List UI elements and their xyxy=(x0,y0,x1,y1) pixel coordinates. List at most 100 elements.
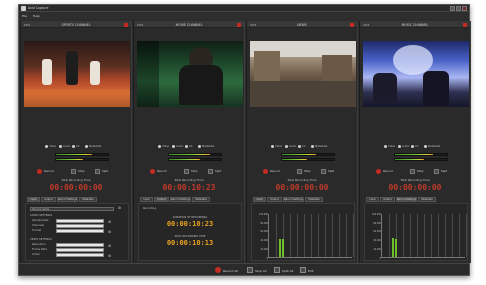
record-button[interactable]: Record xyxy=(37,168,67,174)
indicator-dot[interactable] xyxy=(59,145,62,148)
tab-content: 100,000 80,000 60,000 40,000 20,000 0 xyxy=(364,203,468,261)
record-button[interactable]: Record xyxy=(150,168,180,174)
gear-icon[interactable]: ⚙ xyxy=(118,206,121,210)
indicator-dot[interactable] xyxy=(198,145,201,148)
tab-metadata[interactable]: Metadata xyxy=(79,197,97,202)
tab-record-settings[interactable]: Record Settings xyxy=(170,197,191,202)
clip-duration-label: DURATION OF RECORDING xyxy=(172,216,208,219)
indicator-dot[interactable] xyxy=(271,145,274,148)
video-detail xyxy=(90,61,100,85)
tab-metadata[interactable]: Metadata xyxy=(305,197,323,202)
close-channel-icon[interactable] xyxy=(350,22,354,27)
split-button[interactable]: Split xyxy=(321,168,351,174)
indicator-dot[interactable] xyxy=(172,145,175,148)
tab-record-settings[interactable]: Record Settings xyxy=(283,197,304,202)
tab-record-settings[interactable]: Record Settings xyxy=(57,197,78,202)
stop-label: Stop xyxy=(304,169,311,174)
menu-file[interactable]: File xyxy=(22,14,27,18)
indicator-dot[interactable] xyxy=(311,145,314,148)
record-button[interactable]: Record xyxy=(263,168,293,174)
video-detail xyxy=(254,51,280,85)
indicator-label: CC xyxy=(76,144,80,148)
tab-content: 100,000 80,000 60,000 40,000 20,000 0 xyxy=(251,203,355,261)
tab-content: Recording DURATION OF RECORDING 00:00:10:2… xyxy=(138,203,242,261)
tab-record-settings[interactable]: Record Settings xyxy=(396,197,417,202)
total-recording-time: 00:00:00:00 xyxy=(275,183,329,192)
record-button[interactable]: Record xyxy=(376,168,406,174)
indicator-dot[interactable] xyxy=(411,145,414,148)
record-icon xyxy=(263,168,268,174)
channel-actions: Record Stop Split xyxy=(150,168,234,174)
tab-output[interactable]: Output xyxy=(380,197,395,202)
tab-input[interactable]: Input xyxy=(253,197,266,202)
indicator-label: Audio xyxy=(402,144,410,148)
tab-content: Source name ⚙ AUDIO SETTINGS Sample Rate Cha… xyxy=(25,203,129,261)
split-time-label: SPLIT RECORDING TIME xyxy=(174,235,206,238)
indicator-dot[interactable] xyxy=(384,145,387,148)
tab-output[interactable]: Output xyxy=(267,197,282,202)
channel-actions: Record Stop Split xyxy=(37,168,121,174)
record-icon xyxy=(37,168,42,174)
video-setting-label: Frame Rate xyxy=(32,248,47,251)
audio-setting-field[interactable] xyxy=(56,219,104,223)
gear-icon[interactable]: ⚙ xyxy=(108,244,111,248)
audio-settings-heading: AUDIO SETTINGS xyxy=(30,214,53,217)
indicator-dot[interactable] xyxy=(85,145,88,148)
tab-metadata[interactable]: Metadata xyxy=(192,197,210,202)
bitrate-chart: 100,000 80,000 60,000 40,000 20,000 0 xyxy=(259,213,354,260)
indicator-dot[interactable] xyxy=(45,145,48,148)
split-button[interactable]: Split xyxy=(95,168,125,174)
indicator-dot[interactable] xyxy=(398,145,401,148)
minimize-button[interactable] xyxy=(450,6,455,11)
chart-y-tick: 0 xyxy=(379,256,381,260)
clip-duration: 00:00:10:23 xyxy=(166,220,214,228)
video-setting-field[interactable] xyxy=(56,243,104,247)
indicator-dot[interactable] xyxy=(158,145,161,148)
tab-output[interactable]: Output xyxy=(154,197,169,202)
audio-setting-field[interactable] xyxy=(56,224,104,228)
indicator-label: Video xyxy=(162,144,170,148)
indicator-label: Video xyxy=(388,144,396,148)
indicator-dot[interactable] xyxy=(424,145,427,148)
stop-label: Stop xyxy=(417,169,424,174)
video-setting-field[interactable] xyxy=(56,248,104,252)
close-channel-icon[interactable] xyxy=(124,22,128,27)
tab-input[interactable]: Input xyxy=(27,197,40,202)
maximize-button[interactable] xyxy=(456,6,461,11)
indicator-dot[interactable] xyxy=(72,145,75,148)
stop-icon xyxy=(297,168,302,174)
split-button[interactable]: Split xyxy=(434,168,464,174)
movie-scene-thumbnail xyxy=(137,41,243,107)
close-channel-icon[interactable] xyxy=(463,22,467,27)
stop-all-label: Stop All xyxy=(255,268,267,273)
video-setting-field[interactable] xyxy=(56,253,104,257)
split-all-label: Split All xyxy=(282,268,294,273)
indicator-dot[interactable] xyxy=(185,145,188,148)
indicator-label: Video xyxy=(275,144,283,148)
channel-name: MOVIE CHANNEL xyxy=(175,23,203,27)
audio-level-fill xyxy=(282,159,307,160)
chart-y-tick: 60,000 xyxy=(373,230,381,234)
record-label: Record xyxy=(157,169,167,174)
indicator-dot[interactable] xyxy=(298,145,301,148)
channel-panel: CH4 MUSIC CHANNEL Video Audio CC Metadata Reco… xyxy=(359,21,471,263)
menu-help[interactable]: Help xyxy=(33,14,40,18)
audio-setting-field[interactable] xyxy=(56,229,104,233)
gear-icon[interactable]: ⚙ xyxy=(108,230,111,234)
indicator-dot[interactable] xyxy=(285,145,288,148)
record-icon xyxy=(376,168,381,174)
close-window-button[interactable] xyxy=(462,6,467,11)
signal-indicators: Video Audio CC Metadata xyxy=(158,145,228,150)
tab-input[interactable]: Input xyxy=(366,197,379,202)
split-button[interactable]: Split xyxy=(208,168,238,174)
tab-output[interactable]: Output xyxy=(41,197,56,202)
chart-bar xyxy=(392,237,394,257)
recording-status: Recording xyxy=(143,207,156,210)
gear-icon[interactable]: ⚙ xyxy=(108,220,111,224)
indicator-label: Metadata xyxy=(428,144,441,148)
chart-bar xyxy=(395,238,397,257)
close-channel-icon[interactable] xyxy=(237,22,241,27)
gear-icon[interactable]: ⚙ xyxy=(108,254,111,258)
tab-input[interactable]: Input xyxy=(140,197,153,202)
tab-metadata[interactable]: Metadata xyxy=(418,197,436,202)
